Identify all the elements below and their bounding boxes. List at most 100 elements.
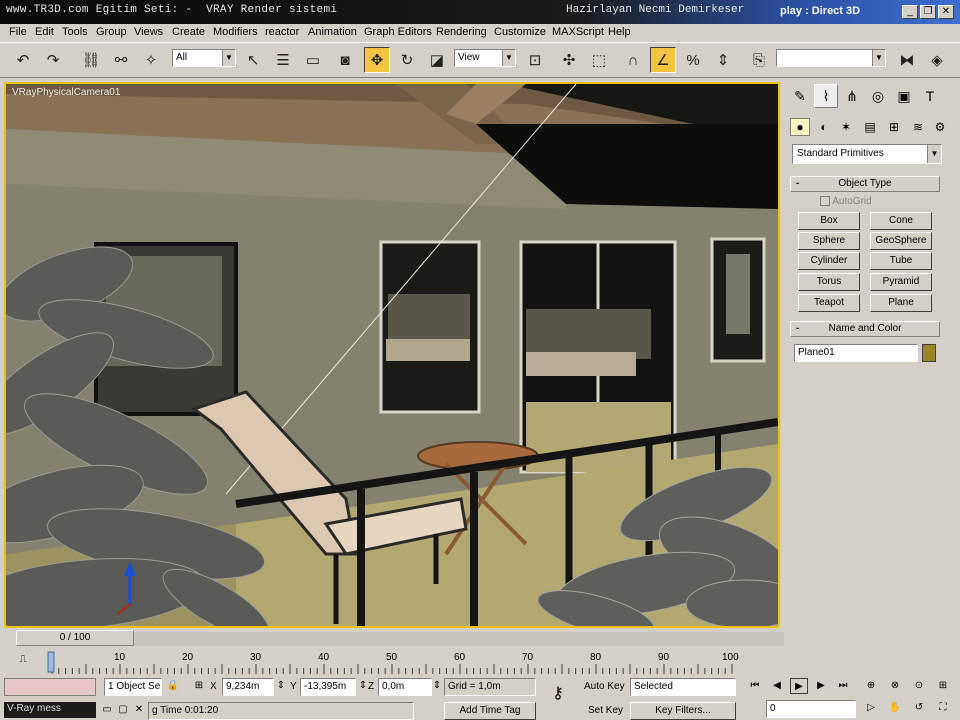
transform-mode-icon[interactable]: ⊞ [190,678,208,694]
open-mini-curve-editor-icon[interactable]: ⎍ [14,652,32,668]
menu-modifiers[interactable]: Modifiers [213,26,258,38]
geometry-icon[interactable]: ● [790,118,810,136]
menu-create[interactable]: Create [172,26,205,38]
modify-tab-icon[interactable]: ⌇ [814,84,838,108]
bind-space-warp-icon[interactable]: ✧ [138,47,164,73]
percent-snap-icon[interactable]: % [680,47,706,73]
cylinder-button[interactable]: Cylinder [798,252,860,270]
menu-views[interactable]: Views [134,26,163,38]
box-button[interactable]: Box [798,212,860,230]
named-selection-dropdown[interactable]: ▼ [776,49,886,67]
hierarchy-tab-icon[interactable]: ⋔ [840,84,864,108]
menu-file[interactable]: File [9,26,27,38]
select-by-name-icon[interactable]: ☰ [270,47,296,73]
set-key-label[interactable]: Set Key [588,705,623,716]
geosphere-button[interactable]: GeoSphere [870,232,932,250]
menu-customize[interactable]: Customize [494,26,546,38]
systems-icon[interactable]: ⚙ [930,118,950,136]
plane-button[interactable]: Plane [870,294,932,312]
play-icon[interactable]: ▶ [790,678,808,694]
key-mode-dropdown[interactable]: Selected [630,678,736,696]
space-warps-icon[interactable]: ≋ [908,118,928,136]
menu-group[interactable]: Group [96,26,127,38]
angle-snap-icon[interactable]: ∠ [650,47,676,73]
pan-icon[interactable]: ✋ [886,700,904,716]
go-to-start-icon[interactable]: ⏮ [746,678,764,694]
x-spinner-icon[interactable]: ⇕ [276,678,286,694]
helpers-icon[interactable]: ⊞ [884,118,904,136]
rectangular-selection-icon[interactable]: ▭ [300,47,326,73]
teapot-button[interactable]: Teapot [798,294,860,312]
spinner-snap-icon[interactable]: ⇕ [710,47,736,73]
selection-filter-dropdown[interactable]: All ▼ [172,49,236,67]
viewport-label[interactable]: VRayPhysicalCamera01 [12,87,120,98]
undo-icon[interactable]: ↶ [10,47,36,73]
menu-animation[interactable]: Animation [308,26,357,38]
select-and-move-icon[interactable]: ✥ [364,47,390,73]
cameras-icon[interactable]: ▤ [860,118,880,136]
display-tab-icon[interactable]: ▣ [892,84,916,108]
window-close-icon[interactable]: ✕ [130,702,148,718]
restore-button[interactable]: ❐ [920,5,936,19]
camera-viewport[interactable]: VRayPhysicalCamera01 [4,82,780,628]
object-type-rollout[interactable]: - Object Type [790,176,940,192]
edit-named-selection-icon[interactable]: ⎘ [746,47,772,73]
y-coordinate-input[interactable]: -13,395m [300,678,356,696]
menu-reactor[interactable]: reactor [265,26,299,38]
zoom-all-icon[interactable]: ⊗ [886,678,904,694]
time-slider-track[interactable] [134,632,784,646]
create-tab-icon[interactable]: ✎ [788,84,812,108]
object-name-input[interactable]: Plane01 [794,344,918,362]
select-and-link-icon[interactable]: ⛓ [78,47,104,73]
zoom-extents-all-icon[interactable]: ⊞ [934,678,952,694]
torus-button[interactable]: Torus [798,273,860,291]
select-and-scale-icon[interactable]: ◪ [424,47,450,73]
time-slider[interactable]: 0 / 100 [16,630,134,646]
reference-coordinate-dropdown[interactable]: View ▼ [454,49,516,67]
key-icon[interactable]: ⚷ [544,686,572,702]
next-frame-icon[interactable]: ▶ [812,678,830,694]
field-of-view-icon[interactable]: ▷ [862,700,880,716]
utilities-tab-icon[interactable]: T [918,84,942,108]
snaps-toggle-icon[interactable]: ∩ [620,47,646,73]
menu-help[interactable]: Help [608,26,631,38]
object-color-swatch[interactable] [922,344,936,362]
close-button[interactable]: ✕ [938,5,954,19]
z-coordinate-input[interactable]: 0,0m [378,678,432,696]
select-and-rotate-icon[interactable]: ↻ [394,47,420,73]
category-dropdown[interactable]: Standard Primitives ▼ [792,144,942,164]
lock-icon[interactable]: 🔒 [164,678,182,694]
menu-graph-editors[interactable]: Graph Editors [364,26,432,38]
trackbar[interactable]: 10 20 30 40 50 60 70 80 90 100 [44,650,784,674]
previous-frame-icon[interactable]: ◀ [768,678,786,694]
z-spinner-icon[interactable]: ⇕ [432,678,442,694]
x-coordinate-input[interactable]: 9,234m [222,678,274,696]
cone-button[interactable]: Cone [870,212,932,230]
key-filters-button[interactable]: Key Filters... [630,702,736,720]
shapes-icon[interactable]: ◐ [814,118,834,136]
maxscript-listener[interactable] [4,678,96,696]
minimize-button[interactable]: _ [902,5,918,19]
menu-maxscript[interactable]: MAXScript [552,26,604,38]
keyboard-shortcut-override-icon[interactable]: ⬚ [586,47,612,73]
unlink-icon[interactable]: ⚯ [108,47,134,73]
autogrid-checkbox[interactable]: AutoGrid [820,196,872,207]
add-time-tag-button[interactable]: Add Time Tag [444,702,536,720]
lights-icon[interactable]: ✶ [836,118,856,136]
current-frame-input[interactable]: 0 [766,700,856,718]
name-and-color-rollout[interactable]: - Name and Color [790,321,940,337]
maximize-viewport-icon[interactable]: ⛶ [934,700,952,716]
select-object-icon[interactable]: ↖ [240,47,266,73]
window-crossing-icon[interactable]: ◙ [332,47,358,73]
pivot-center-icon[interactable]: ⊡ [522,47,548,73]
motion-tab-icon[interactable]: ◎ [866,84,890,108]
auto-key-label[interactable]: Auto Key [584,681,625,692]
go-to-end-icon[interactable]: ⏭ [834,678,852,694]
menu-edit[interactable]: Edit [35,26,54,38]
zoom-extents-icon[interactable]: ⊙ [910,678,928,694]
redo-icon[interactable]: ↷ [40,47,66,73]
sphere-button[interactable]: Sphere [798,232,860,250]
orbit-icon[interactable]: ↺ [910,700,928,716]
align-icon[interactable]: ◈ [924,47,950,73]
tube-button[interactable]: Tube [870,252,932,270]
